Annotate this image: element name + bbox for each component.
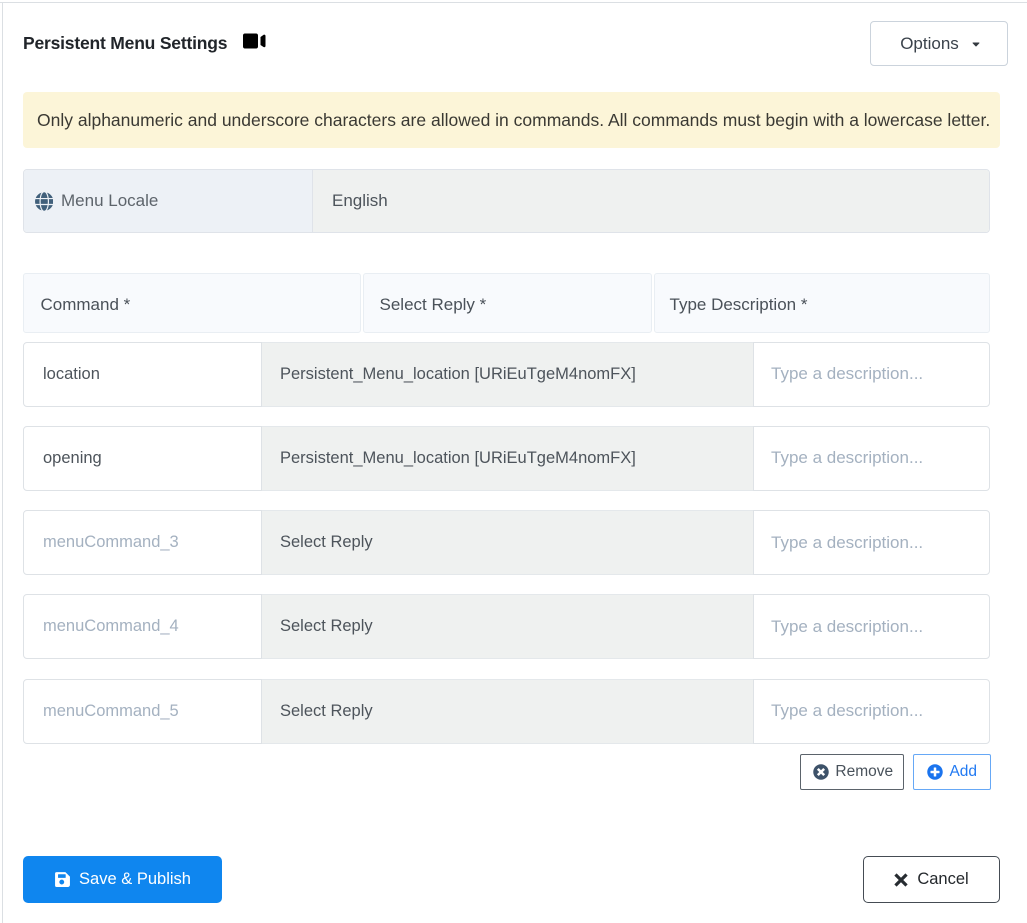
reply-select[interactable]: Persistent_Menu_location [URiEuTgeM4nomF… <box>262 425 753 491</box>
remove-button[interactable]: Remove <box>800 754 904 790</box>
x-icon <box>894 872 908 887</box>
options-button[interactable]: Options <box>870 21 1008 66</box>
reply-select[interactable]: Select Reply <box>262 510 753 576</box>
reply-select-label: Select Reply <box>280 533 373 552</box>
command-input[interactable] <box>23 425 262 491</box>
command-row: Persistent_Menu_location [URiEuTgeM4nomF… <box>23 425 990 491</box>
camera-video-icon <box>243 33 266 49</box>
command-input[interactable] <box>23 678 262 744</box>
add-button-label: Add <box>949 763 978 780</box>
caret-down-icon <box>972 42 980 46</box>
menu-locale-addon: Menu Locale <box>24 170 313 232</box>
column-header-select-reply: Select Reply * <box>363 273 652 333</box>
save-icon <box>55 872 70 887</box>
command-row: Persistent_Menu_location [URiEuTgeM4nomF… <box>23 341 990 407</box>
command-row: Select Reply <box>23 510 990 576</box>
reply-select[interactable]: Select Reply <box>262 678 753 744</box>
description-input[interactable] <box>753 341 990 407</box>
x-circle-icon <box>813 764 829 780</box>
menu-locale-value[interactable]: English <box>313 170 989 232</box>
column-header-type-description: Type Description * <box>654 273 990 333</box>
reply-select[interactable]: Persistent_Menu_location [URiEuTgeM4nomF… <box>262 341 753 407</box>
description-input[interactable] <box>753 594 990 660</box>
cancel-button-label: Cancel <box>917 870 969 888</box>
persistent-menu-settings-page: Persistent Menu Settings Options Only al… <box>0 0 1027 923</box>
warning-alert: Only alphanumeric and underscore charact… <box>23 92 1000 148</box>
column-header-command: Command * <box>23 273 361 333</box>
save-publish-button-label: Save & Publish <box>79 870 191 888</box>
table-header: Command * Select Reply * Type Descriptio… <box>23 273 990 333</box>
command-input[interactable] <box>23 594 262 660</box>
description-input[interactable] <box>753 678 990 744</box>
reply-select-label: Select Reply <box>280 617 373 636</box>
reply-select[interactable]: Select Reply <box>262 594 753 660</box>
card-top-border <box>0 2 1027 3</box>
warning-alert-text: Only alphanumeric and underscore charact… <box>37 109 991 130</box>
cancel-button[interactable]: Cancel <box>863 856 1000 903</box>
save-publish-button[interactable]: Save & Publish <box>23 856 222 903</box>
page-title: Persistent Menu Settings <box>23 33 228 53</box>
reply-select-label: Persistent_Menu_location [URiEuTgeM4nomF… <box>280 364 636 383</box>
plus-circle-icon <box>927 764 943 780</box>
command-row: Select Reply <box>23 594 990 660</box>
menu-locale-label: Menu Locale <box>61 191 159 210</box>
remove-button-label: Remove <box>835 763 894 780</box>
description-input[interactable] <box>753 425 990 491</box>
menu-locale-group: Menu Locale English <box>23 169 990 233</box>
command-input[interactable] <box>23 341 262 407</box>
description-input[interactable] <box>753 510 990 576</box>
command-input[interactable] <box>23 510 262 576</box>
command-row: Select Reply <box>23 678 990 744</box>
reply-select-label: Select Reply <box>280 701 373 720</box>
card-left-border <box>2 2 3 923</box>
globe-icon <box>34 191 53 211</box>
add-button[interactable]: Add <box>913 754 991 790</box>
options-button-label: Options <box>900 33 959 53</box>
reply-select-label: Persistent_Menu_location [URiEuTgeM4nomF… <box>280 448 636 467</box>
